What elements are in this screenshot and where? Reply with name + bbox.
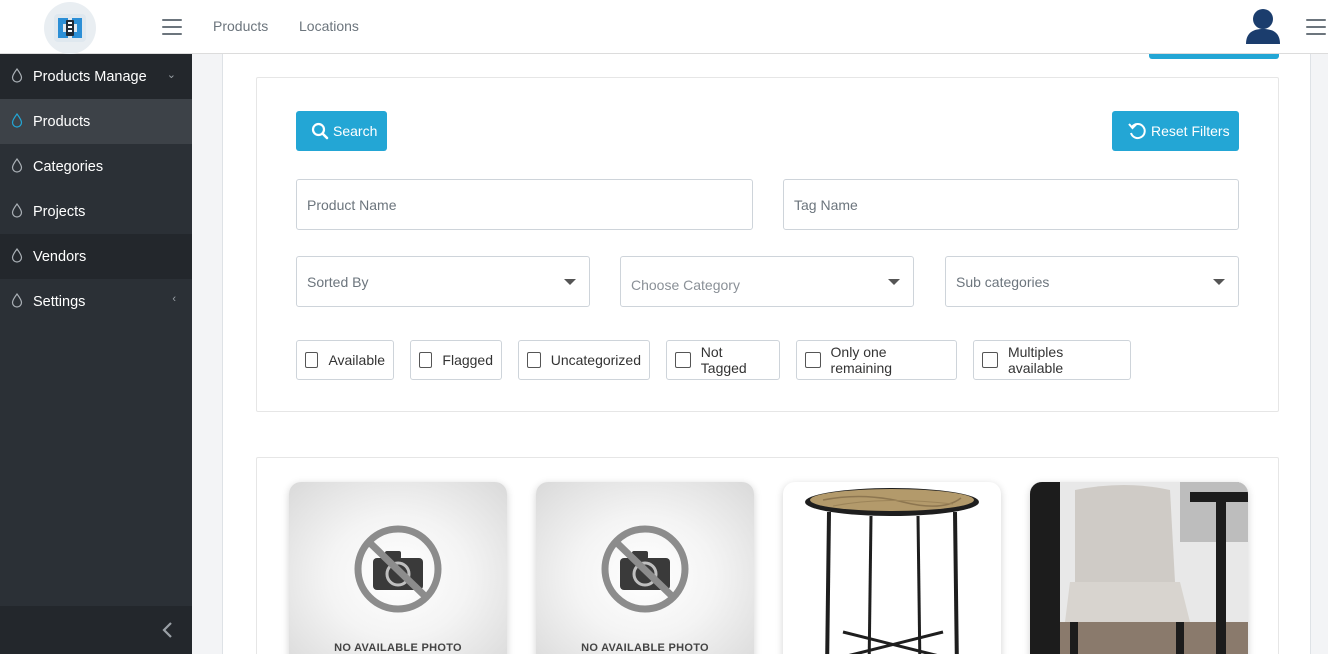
checkbox-label: Available — [328, 352, 385, 368]
checkbox-square-icon — [419, 352, 433, 368]
main-content: Search Reset Filters Sorted By Choose Ca… — [192, 52, 1328, 654]
sidebar-item-projects[interactable]: Projects — [0, 189, 192, 234]
chevron-down-icon: ⌄ — [166, 69, 176, 81]
side-table-image — [805, 488, 979, 654]
brand-logo[interactable] — [44, 2, 96, 54]
content-panel: Search Reset Filters Sorted By Choose Ca… — [222, 52, 1311, 654]
sidebar-item-products[interactable]: Products — [0, 99, 192, 144]
checkbox-square-icon — [805, 352, 821, 368]
product-name-input[interactable] — [296, 179, 753, 230]
drop-icon — [11, 203, 23, 218]
sidebar-footer — [0, 606, 192, 654]
product-card[interactable] — [783, 482, 1001, 654]
checkbox-square-icon — [527, 352, 541, 368]
sorted-by-select[interactable]: Sorted By — [296, 256, 590, 307]
category-label: Choose Category — [631, 277, 740, 293]
checkbox-square-icon — [982, 352, 998, 368]
dropdown-caret-icon — [1213, 279, 1225, 285]
sidebar-item-vendors[interactable]: Vendors — [0, 234, 192, 279]
nav-link-locations[interactable]: Locations — [299, 18, 359, 34]
checkbox-flagged[interactable]: Flagged — [410, 340, 502, 380]
search-button[interactable]: Search — [296, 111, 387, 151]
sidebar-item-label: Settings — [33, 293, 86, 310]
reset-icon — [1128, 123, 1146, 140]
checkbox-label: Uncategorized — [550, 352, 641, 368]
no-photo-caption: NO AVAILABLE PHOTO — [581, 642, 709, 654]
sidebar-item-label: Projects — [33, 203, 86, 220]
user-avatar-icon[interactable] — [1244, 6, 1282, 46]
dining-chair-image — [1030, 482, 1248, 654]
subcategories-select[interactable]: Sub categories — [945, 256, 1239, 307]
dropdown-caret-icon — [888, 279, 900, 285]
search-icon — [311, 122, 329, 140]
reset-filters-label: Reset Filters — [1151, 123, 1230, 139]
sorted-by-label: Sorted By — [307, 274, 369, 290]
sidebar-item-settings[interactable]: Settings ‹ — [0, 279, 192, 324]
sidebar-toggle-menu-icon[interactable] — [162, 19, 182, 35]
filter-card: Search Reset Filters Sorted By Choose Ca… — [256, 77, 1279, 412]
no-photo-camera-icon — [601, 525, 689, 613]
checkbox-square-icon — [305, 352, 319, 368]
checkbox-available[interactable]: Available — [296, 340, 394, 380]
collapse-sidebar-chevron-icon[interactable] — [160, 620, 176, 640]
checkbox-square-icon — [675, 352, 691, 368]
sidebar-item-label: Categories — [33, 158, 104, 175]
category-select[interactable]: Choose Category — [620, 256, 914, 307]
sidebar-item-products-manage[interactable]: Products Manage ⌄ — [0, 54, 192, 99]
checkbox-label: Multiples available — [1007, 344, 1064, 376]
checkbox-only-one-remaining[interactable]: Only one remaining — [796, 340, 957, 380]
logo-icon — [54, 14, 86, 42]
sidebar-item-label: Products Manage — [33, 68, 147, 85]
product-card[interactable] — [1030, 482, 1248, 654]
top-navbar: Products Locations — [0, 0, 1328, 54]
reset-filters-button[interactable]: Reset Filters — [1112, 111, 1239, 151]
chevron-left-icon: ‹ — [172, 293, 176, 305]
checkbox-multiples-available[interactable]: Multiples available — [973, 340, 1131, 380]
product-card[interactable]: NO AVAILABLE PHOTO — [536, 482, 754, 654]
checkbox-uncategorized[interactable]: Uncategorized — [518, 340, 650, 380]
drop-icon — [11, 68, 23, 83]
checkbox-not-tagged[interactable]: Not Tagged — [666, 340, 780, 380]
sidebar-item-label: Vendors — [33, 248, 87, 265]
checkbox-label: Only one remaining — [830, 344, 893, 376]
products-grid: NO AVAILABLE PHOTO NO AVAILABLE PHOTO — [256, 457, 1279, 654]
subcategories-label: Sub categories — [956, 274, 1050, 290]
drop-icon — [11, 113, 23, 128]
dropdown-caret-icon — [564, 279, 576, 285]
sidebar-item-categories[interactable]: Categories — [0, 144, 192, 189]
search-button-label: Search — [333, 123, 378, 139]
drop-icon — [11, 293, 23, 308]
no-photo-caption: NO AVAILABLE PHOTO — [334, 642, 462, 654]
nav-link-products[interactable]: Products — [213, 18, 268, 34]
product-card[interactable]: NO AVAILABLE PHOTO — [289, 482, 507, 654]
drop-icon — [11, 248, 23, 263]
checkbox-label: Flagged — [442, 352, 493, 368]
tag-name-input[interactable] — [783, 179, 1239, 230]
no-photo-camera-icon — [354, 525, 442, 613]
drop-icon — [11, 158, 23, 173]
checkbox-label: Not Tagged — [700, 344, 747, 376]
sidebar-item-label: Products — [33, 113, 91, 130]
sidebar: Products Manage ⌄ Products Categories Pr… — [0, 54, 192, 654]
right-menu-icon[interactable] — [1306, 19, 1326, 35]
